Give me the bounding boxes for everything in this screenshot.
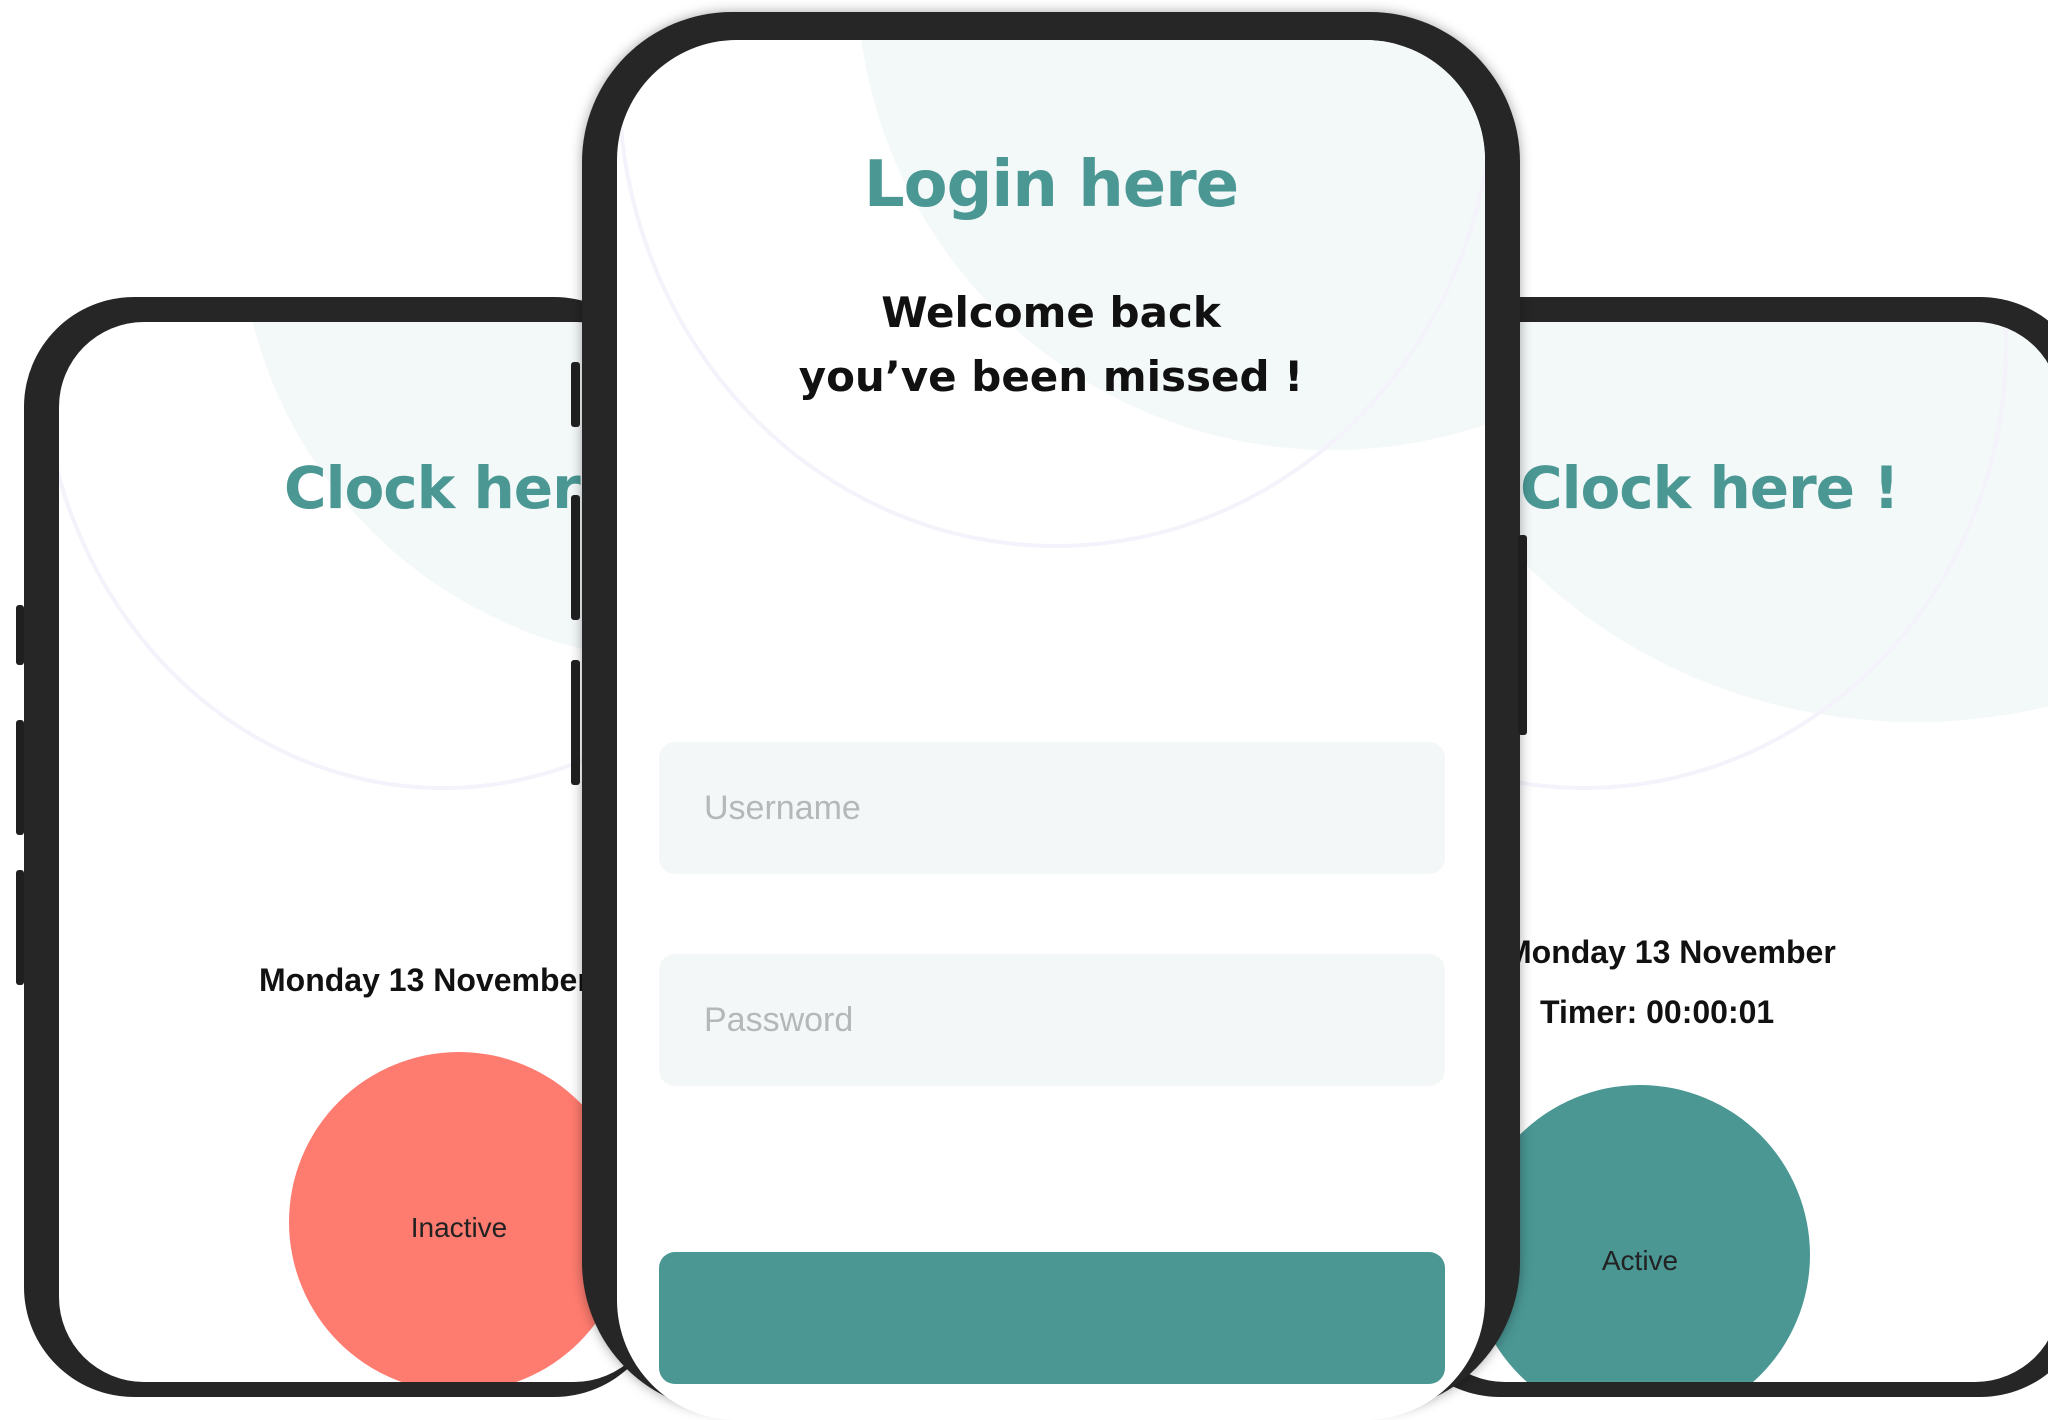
password-placeholder: Password <box>704 1000 854 1039</box>
password-input[interactable]: Password <box>659 954 1445 1086</box>
left-decor-ring <box>59 322 659 790</box>
username-input[interactable]: Username <box>659 742 1445 874</box>
welcome-line-2: you’ve been missed ! <box>798 352 1304 401</box>
center-phone-screen: Login here Welcome back you’ve been miss… <box>617 40 1485 1420</box>
sign-in-button[interactable] <box>659 1252 1445 1384</box>
welcome-line-1: Welcome back <box>881 288 1221 337</box>
center-phone-button-1 <box>571 362 580 427</box>
left-phone-button-2 <box>16 720 24 835</box>
username-placeholder: Username <box>704 788 861 827</box>
left-status-label: Inactive <box>410 1212 508 1243</box>
left-phone-button-3 <box>16 870 24 985</box>
left-phone-screen: Clock here Monday 13 November Inactive <box>59 322 659 1382</box>
left-phone-frame: Clock here Monday 13 November Inactive <box>24 297 664 1397</box>
right-status-label: Active <box>1601 1245 1679 1276</box>
center-phone-power-button <box>1518 535 1527 735</box>
right-date-label: Monday 13 November <box>1505 934 1836 970</box>
left-date-label: Monday 13 November <box>259 962 590 998</box>
center-phone-button-3 <box>571 660 580 785</box>
center-phone-button-2 <box>571 495 580 620</box>
right-clock-title: Clock here ! <box>1520 454 1900 522</box>
left-status-button[interactable]: Inactive <box>289 1052 629 1382</box>
right-timer-label: Timer: 00:00:01 <box>1540 994 1775 1030</box>
right-status-button[interactable]: Active <box>1470 1085 1810 1382</box>
left-phone-button-1 <box>16 605 24 665</box>
center-phone-frame: Login here Welcome back you’ve been miss… <box>582 12 1520 1420</box>
login-title: Login here <box>863 148 1239 222</box>
left-clock-title: Clock here <box>284 454 619 522</box>
